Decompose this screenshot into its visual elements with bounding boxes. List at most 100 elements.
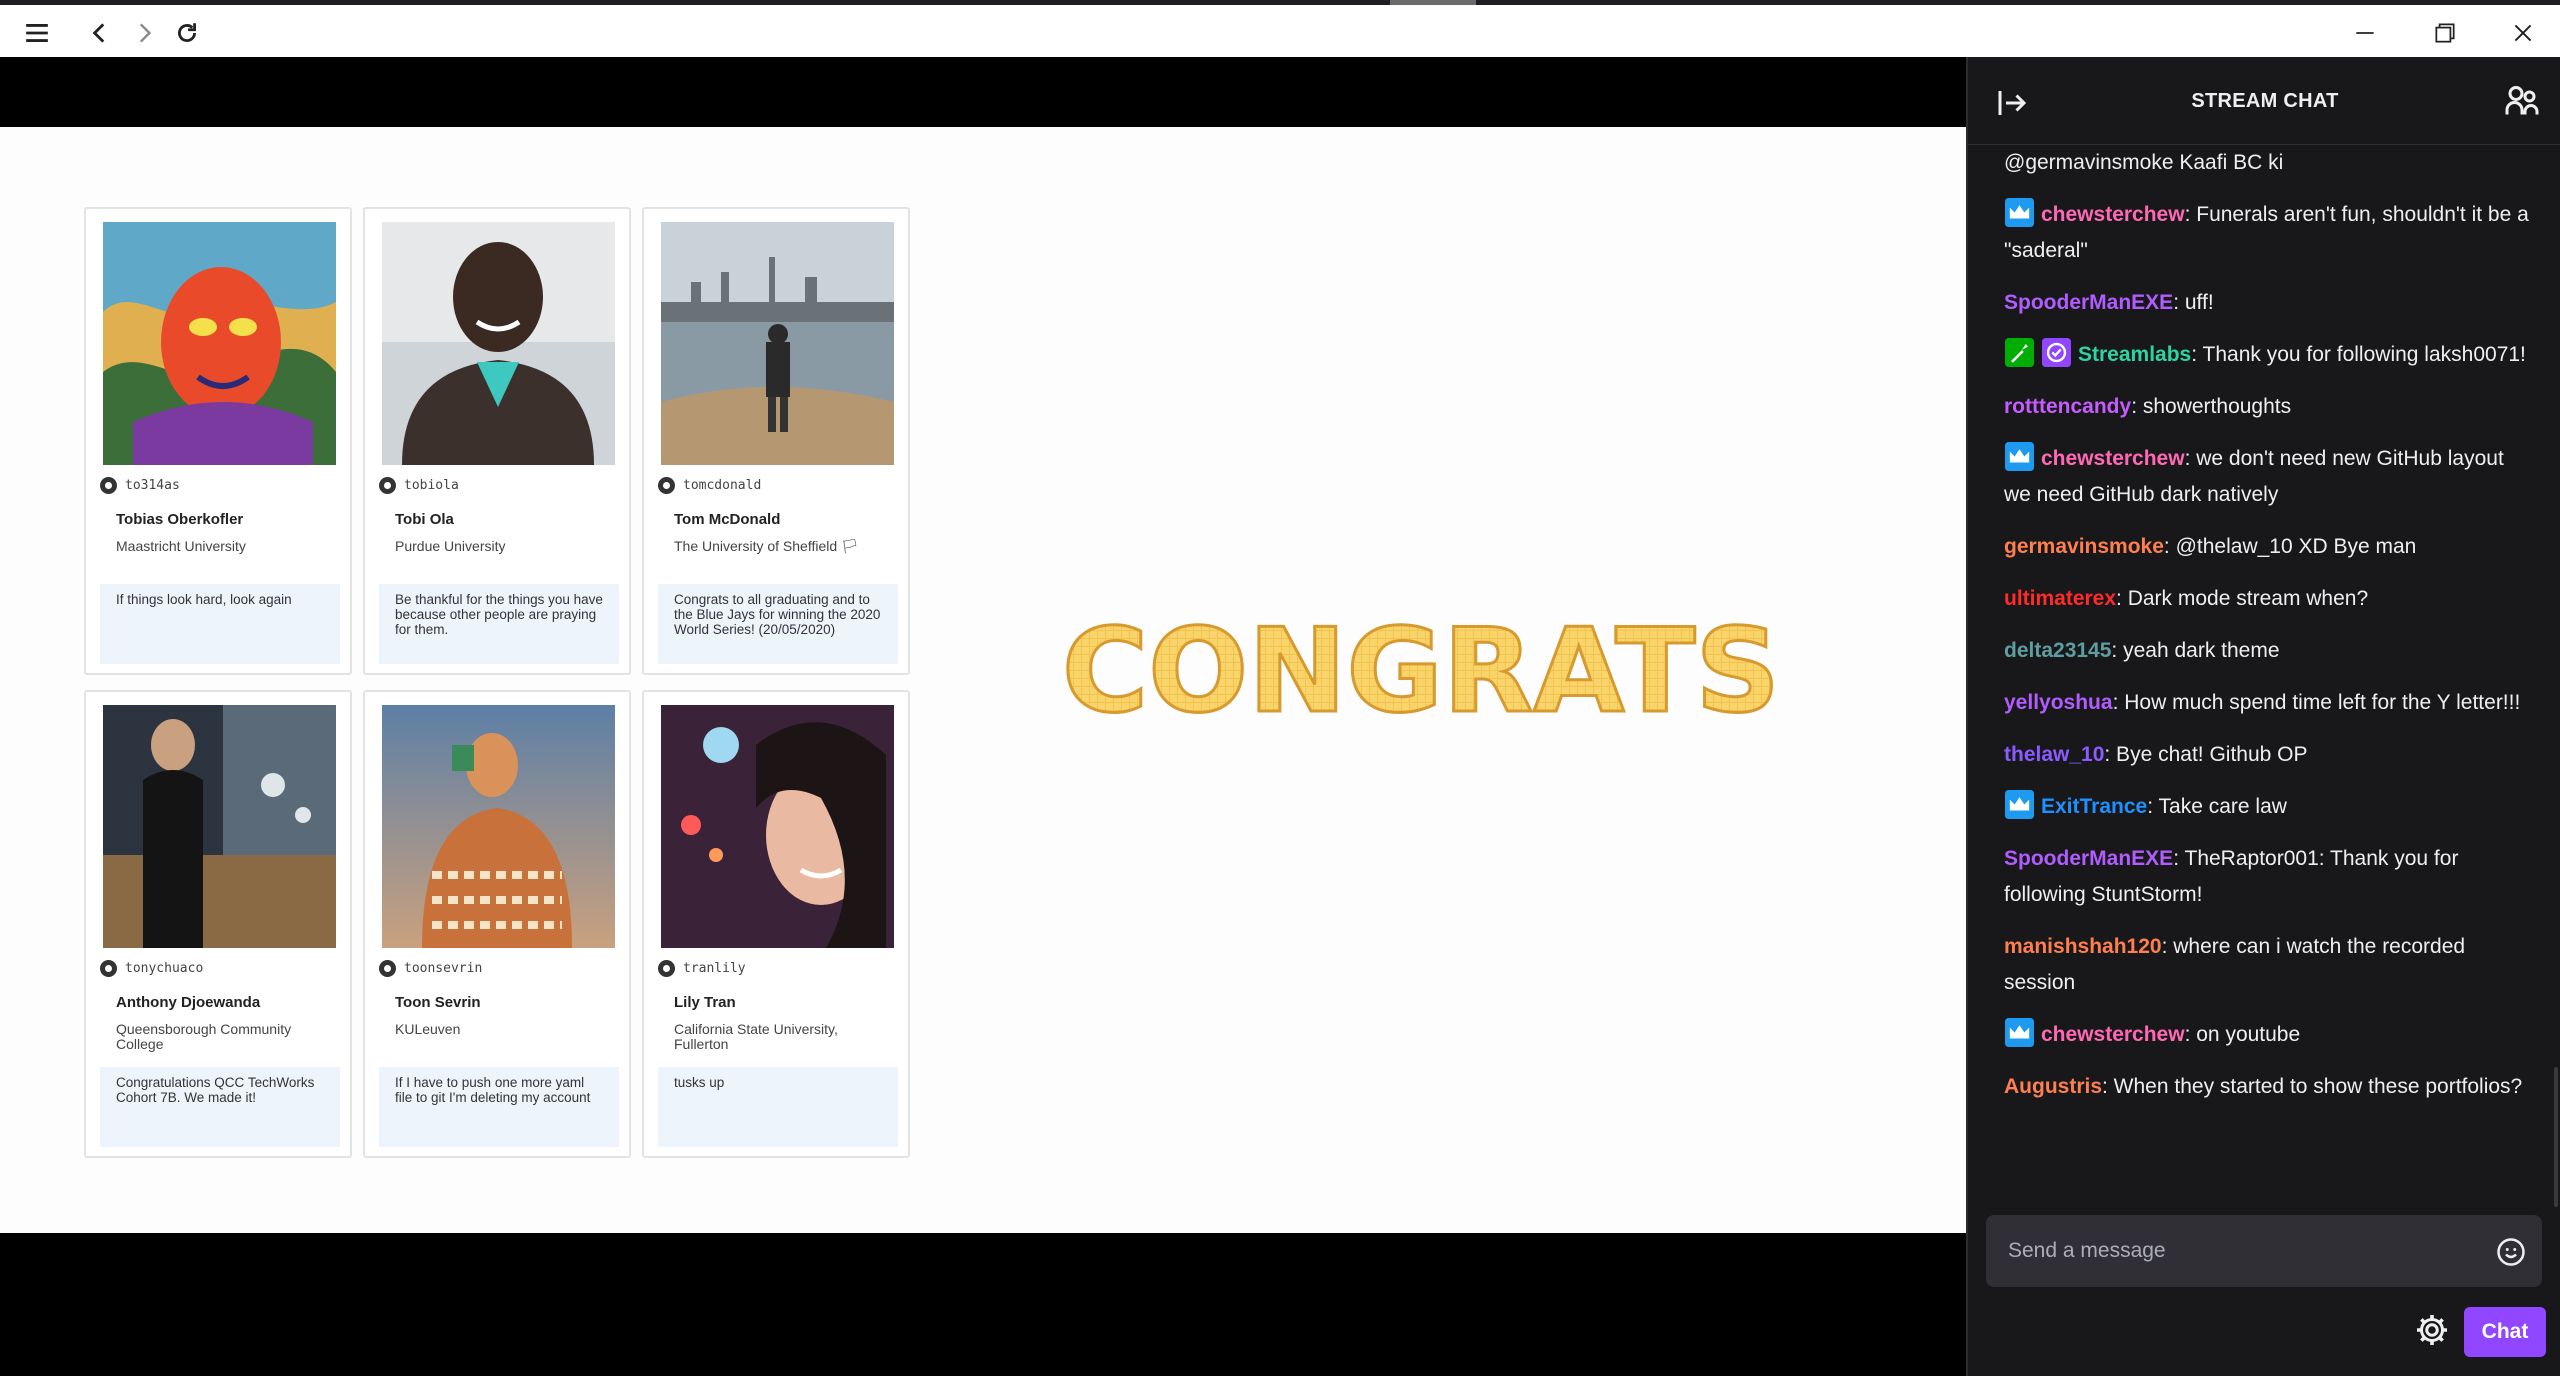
close-icon[interactable]: [2503, 13, 2543, 53]
emoji-icon[interactable]: [2496, 1237, 2526, 1267]
chat-message: ultimaterex: Dark mode stream when?: [2004, 581, 2534, 617]
school-name: Purdue University: [395, 538, 506, 554]
person-name: Anthony Djoewanda: [116, 994, 261, 1011]
chat-username[interactable]: manishshah120: [2004, 935, 2162, 958]
stream-slide: to314as Tobias Oberkofler Maastricht Uni…: [0, 127, 1966, 1233]
person-name: Lily Tran: [674, 994, 736, 1011]
chat-message-text: : on youtube: [2184, 1023, 2301, 1046]
github-handle[interactable]: tonychuaco: [100, 960, 203, 977]
school-name: KULeuven: [395, 1021, 461, 1037]
quote-text: tusks up: [658, 1067, 898, 1147]
prime-badge-icon[interactable]: [2004, 198, 2035, 227]
profile-card: tobiola Tobi Ola Purdue University Be th…: [363, 207, 631, 675]
prime-badge-icon[interactable]: [2004, 442, 2035, 471]
congrats-banner: CONGRATS: [1061, 607, 1782, 722]
chat-input-wrapper: [1986, 1215, 2542, 1287]
chat-username[interactable]: ultimaterex: [2004, 587, 2116, 610]
chat-message-text: @germavinsmoke Kaafi BC ki: [2004, 151, 2284, 174]
chat-username[interactable]: ExitTrance: [2041, 795, 2147, 818]
chat-message: thelaw_10: Bye chat! Github OP: [2004, 737, 2534, 773]
chat-username[interactable]: rotttencandy: [2004, 395, 2131, 418]
hamburger-icon[interactable]: [17, 13, 57, 53]
chat-message-text: : Thank you for following laksh0071!: [2191, 343, 2526, 366]
restore-icon[interactable]: [2425, 13, 2465, 53]
github-handle[interactable]: tranlily: [658, 960, 746, 977]
profile-photo: [382, 222, 615, 465]
handle-text: tomcdonald: [683, 478, 762, 493]
person-name: Tom McDonald: [674, 511, 781, 528]
profile-card: tonychuaco Anthony Djoewanda Queensborou…: [84, 690, 352, 1158]
chat-message: chewsterchew: on youtube: [2004, 1017, 2534, 1053]
chat-message: delta23145: yeah dark theme: [2004, 633, 2534, 669]
github-icon: [379, 960, 396, 977]
github-handle[interactable]: to314as: [100, 477, 180, 494]
chat-message: Augustris: When they started to show the…: [2004, 1069, 2534, 1105]
loading-indicator: [1390, 0, 1476, 5]
profile-card: tranlily Lily Tran California State Univ…: [642, 690, 910, 1158]
community-icon[interactable]: [2504, 83, 2540, 119]
person-name: Toon Sevrin: [395, 994, 481, 1011]
quote-text: Congrats to all graduating and to the Bl…: [658, 584, 898, 664]
chat-message: chewsterchew: Funerals aren't fun, shoul…: [2004, 197, 2534, 269]
chat-panel: STREAM CHAT @germavinsmoke Kaafi BC ki ch…: [1966, 57, 2560, 1376]
chat-title: STREAM CHAT: [2191, 90, 2339, 112]
congrats-text: CONGRATS: [1062, 607, 1780, 722]
quote-text: If things look hard, look again: [100, 584, 340, 664]
github-icon: [379, 477, 396, 494]
chat-message: @germavinsmoke Kaafi BC ki: [2004, 145, 2534, 181]
moderator-badge-icon[interactable]: [2004, 338, 2035, 367]
chat-message-text: : Take care law: [2147, 795, 2287, 818]
chat-username[interactable]: chewsterchew: [2041, 447, 2185, 470]
chat-input[interactable]: [1986, 1215, 2486, 1287]
send-chat-button[interactable]: Chat: [2464, 1307, 2546, 1357]
handle-text: tonychuaco: [125, 961, 204, 976]
chat-username[interactable]: germavinsmoke: [2004, 535, 2164, 558]
profile-photo: [103, 705, 336, 948]
reload-icon[interactable]: [167, 13, 207, 53]
person-name: Tobias Oberkofler: [116, 511, 244, 528]
prime-badge-icon[interactable]: [2004, 790, 2035, 819]
profile-card: to314as Tobias Oberkofler Maastricht Uni…: [84, 207, 352, 675]
chat-username[interactable]: yellyoshua: [2004, 691, 2113, 714]
minimize-icon[interactable]: [2345, 13, 2385, 53]
chat-message: ExitTrance: Take care law: [2004, 789, 2534, 825]
chat-username[interactable]: chewsterchew: [2041, 1023, 2185, 1046]
verified-badge-icon[interactable]: [2041, 338, 2072, 367]
github-icon: [658, 960, 675, 977]
chat-message: chewsterchew: we don't need new GitHub l…: [2004, 441, 2534, 513]
school-name: The University of Sheffield 🏳: [674, 538, 859, 554]
prime-badge-icon[interactable]: [2004, 1018, 2035, 1047]
chat-message-text: : uff!: [2173, 291, 2214, 314]
chat-username[interactable]: Streamlabs: [2078, 343, 2191, 366]
chat-username[interactable]: chewsterchew: [2041, 203, 2185, 226]
github-handle[interactable]: toonsevrin: [379, 960, 482, 977]
school-name: Maastricht University: [116, 538, 246, 554]
window-titlebar: [0, 0, 2560, 57]
chat-scrollbar[interactable]: [2554, 1067, 2558, 1207]
chat-message-text: : How much spend time left for the Y let…: [2112, 691, 2521, 714]
profile-photo: [661, 222, 894, 465]
chat-username[interactable]: thelaw_10: [2004, 743, 2104, 766]
quote-text: Be thankful for the things you have beca…: [379, 584, 619, 664]
chat-username[interactable]: delta23145: [2004, 639, 2111, 662]
school-name: Queensborough Community College: [116, 1021, 292, 1052]
github-handle[interactable]: tobiola: [379, 477, 459, 494]
chevron-right-icon[interactable]: [124, 13, 164, 53]
chat-message: SpooderManEXE: TheRaptor001: Thank you f…: [2004, 841, 2534, 913]
chat-messages-list[interactable]: @germavinsmoke Kaafi BC ki chewsterchew: …: [2004, 145, 2534, 1245]
github-handle[interactable]: tomcdonald: [658, 477, 761, 494]
chat-username[interactable]: SpooderManEXE: [2004, 291, 2173, 314]
chat-message-text: : Bye chat! Github OP: [2104, 743, 2308, 766]
chat-message-text: : @thelaw_10 XD Bye man: [2163, 535, 2417, 558]
school-name: California State University, Fullerton: [674, 1021, 838, 1052]
quote-text: Congratulations QCC TechWorks Cohort 7B.…: [100, 1067, 340, 1147]
handle-text: to314as: [125, 478, 180, 493]
gear-icon[interactable]: [2414, 1312, 2450, 1348]
handle-text: toonsevrin: [404, 961, 483, 976]
stream-player[interactable]: to314as Tobias Oberkofler Maastricht Uni…: [0, 57, 1966, 1376]
chat-username[interactable]: Augustris: [2004, 1075, 2102, 1098]
chevron-left-icon[interactable]: [80, 13, 120, 53]
chat-username[interactable]: SpooderManEXE: [2004, 847, 2173, 870]
chat-message-text: : showerthoughts: [2131, 395, 2292, 418]
chat-message-text: : When they started to show these portfo…: [2102, 1075, 2523, 1098]
